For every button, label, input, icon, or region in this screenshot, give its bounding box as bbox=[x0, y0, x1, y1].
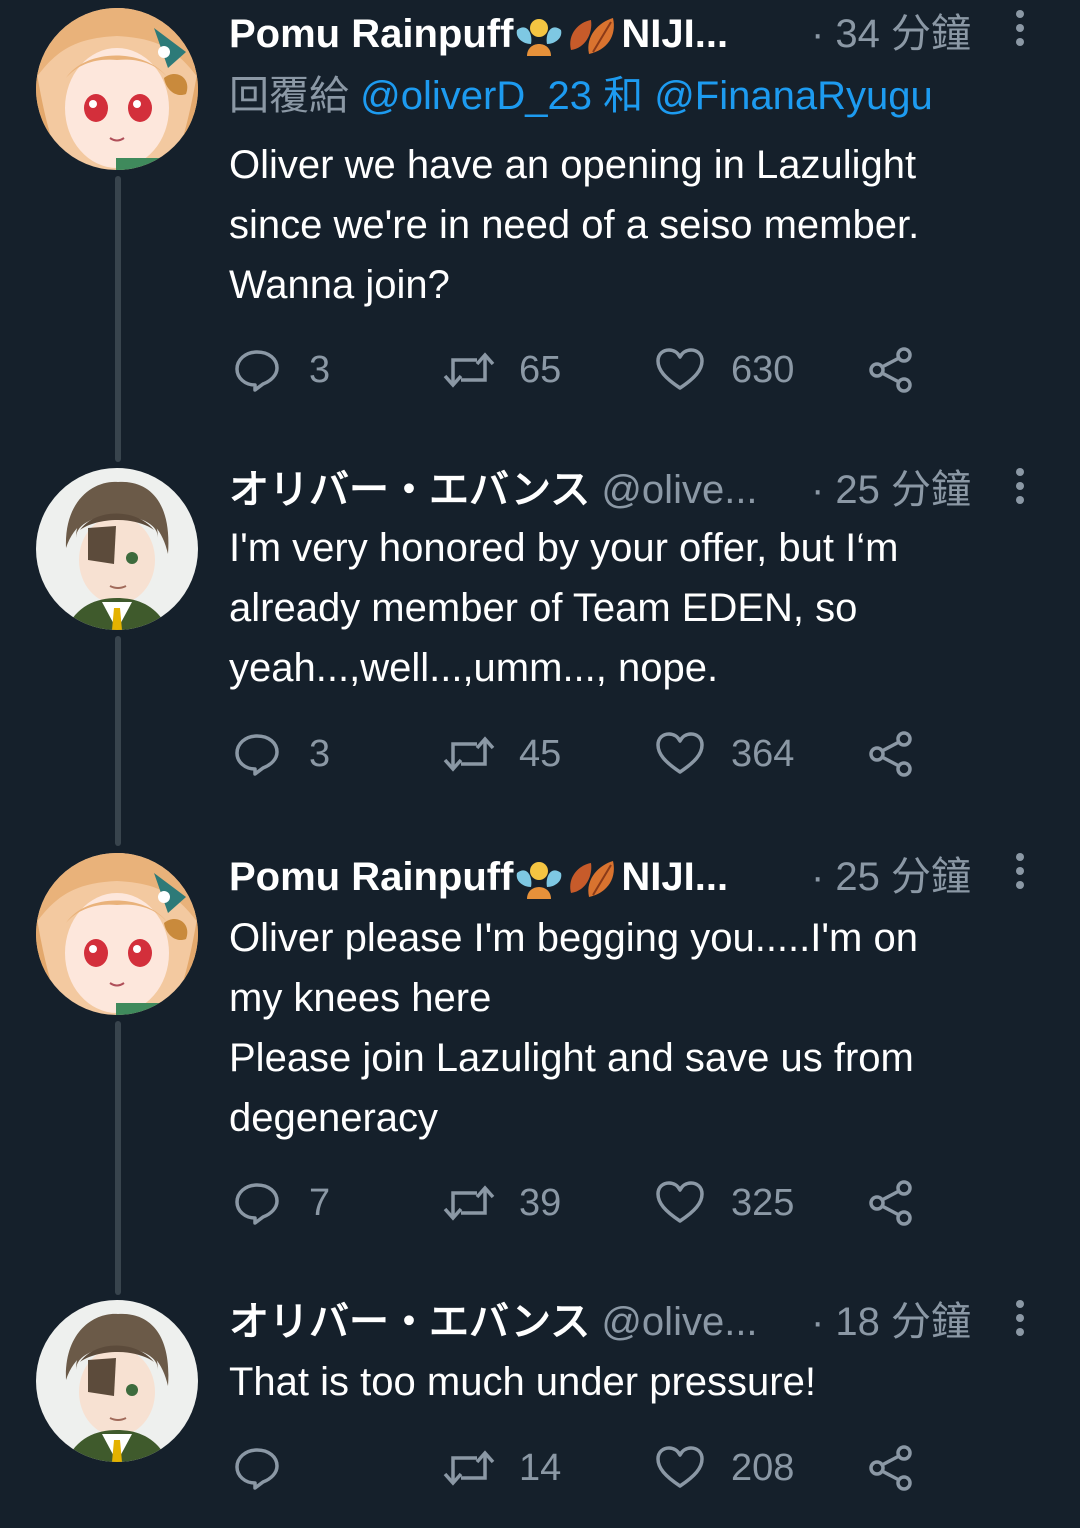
handle[interactable]: @olive... bbox=[601, 464, 757, 516]
action-bar: 14 208 bbox=[229, 1440, 949, 1496]
avatar[interactable] bbox=[36, 853, 198, 1015]
more-vertical-icon[interactable] bbox=[1012, 468, 1028, 512]
thread-line bbox=[115, 176, 121, 462]
share-icon bbox=[869, 731, 912, 777]
tweet-header: オリバー・エバンス @olive... · 25 分鐘 bbox=[229, 464, 989, 516]
retweet-icon bbox=[443, 1185, 495, 1221]
timestamp[interactable]: · 18 分鐘 bbox=[811, 1296, 971, 1348]
like-count: 325 bbox=[731, 1182, 795, 1224]
tweet-line: Oliver please I'm begging you.....I'm on bbox=[229, 916, 918, 960]
retweet-count: 39 bbox=[519, 1182, 562, 1224]
tweet-line: already member of Team EDEN, so bbox=[229, 586, 858, 630]
action-bar: 3 65 630 bbox=[229, 342, 949, 398]
tweet-header: Pomu Rainpuff NIJI... · 25 分鐘 bbox=[229, 851, 989, 903]
tweet-header: オリバー・エバンス @olive... · 18 分鐘 bbox=[229, 1296, 989, 1348]
share-icon bbox=[869, 1445, 912, 1491]
like-count: 208 bbox=[731, 1447, 795, 1489]
fairy-emoji-icon bbox=[513, 859, 565, 912]
timestamp[interactable]: · 34 分鐘 bbox=[811, 8, 971, 60]
more-vertical-icon[interactable] bbox=[1012, 10, 1028, 54]
mention-link[interactable]: @FinanaRyugu bbox=[654, 74, 933, 118]
display-name[interactable]: Pomu Rainpuff bbox=[229, 8, 513, 60]
reply-bubble-icon bbox=[235, 734, 279, 776]
retweet-icon bbox=[443, 352, 495, 388]
reply-and: 和 bbox=[603, 74, 644, 118]
tweet-text: That is too much under pressure! bbox=[229, 1352, 1019, 1412]
like-count: 630 bbox=[731, 349, 795, 391]
tweet-text: Oliver please I'm begging you.....I'm on… bbox=[229, 908, 1019, 1148]
reply-prefix: 回覆給 bbox=[229, 74, 349, 118]
leaves-emoji-icon bbox=[565, 859, 621, 912]
tweet-text: Oliver we have an opening in Lazulight s… bbox=[229, 135, 1019, 315]
retweet-icon bbox=[443, 736, 495, 772]
tweet-text: I'm very honored by your offer, but I‘m … bbox=[229, 518, 1019, 698]
tweet-header: Pomu Rainpuff NIJI... · 34 分鐘 bbox=[229, 8, 989, 60]
mention-link[interactable]: @oliverD_23 bbox=[360, 74, 592, 118]
retweet-count: 65 bbox=[519, 349, 562, 391]
more-vertical-icon[interactable] bbox=[1012, 853, 1028, 897]
reply-bubble-icon bbox=[235, 1183, 279, 1225]
timestamp[interactable]: · 25 分鐘 bbox=[811, 851, 971, 903]
avatar[interactable] bbox=[36, 1300, 198, 1462]
action-bar: 3 45 364 bbox=[229, 726, 949, 782]
tweet-line: since we're in need of a seiso member. bbox=[229, 203, 920, 247]
like-count: 364 bbox=[731, 733, 795, 775]
reply-count: 3 bbox=[309, 349, 331, 391]
reply-count: 3 bbox=[309, 733, 331, 775]
more-vertical-icon[interactable] bbox=[1012, 1300, 1028, 1344]
thread-line bbox=[115, 1021, 121, 1295]
heart-icon bbox=[656, 348, 704, 390]
heart-icon bbox=[656, 1181, 704, 1223]
reply-count: 7 bbox=[309, 1182, 331, 1224]
reply-context: 回覆給 @oliverD_23 和 @FinanaRyugu bbox=[229, 70, 933, 122]
tweet-line: That is too much under pressure! bbox=[229, 1360, 816, 1404]
tweet-line: Oliver we have an opening in Lazulight bbox=[229, 143, 917, 187]
heart-icon bbox=[656, 1446, 704, 1488]
heart-icon bbox=[656, 732, 704, 774]
display-name-suffix[interactable]: NIJI... bbox=[621, 851, 728, 903]
display-name-suffix[interactable]: NIJI... bbox=[621, 8, 728, 60]
retweet-count: 14 bbox=[519, 1447, 562, 1489]
tweet-line: yeah...,well...,umm..., nope. bbox=[229, 646, 719, 690]
retweet-count: 45 bbox=[519, 733, 562, 775]
thread-line bbox=[115, 636, 121, 846]
action-bar: 7 39 325 bbox=[229, 1175, 949, 1231]
tweet-line: degeneracy bbox=[229, 1096, 439, 1140]
fairy-emoji-icon bbox=[513, 16, 565, 69]
handle[interactable]: @olive... bbox=[601, 1296, 757, 1348]
tweet-line: Please join Lazulight and save us from bbox=[229, 1036, 914, 1080]
tweet-line: my knees here bbox=[229, 976, 492, 1020]
retweet-icon bbox=[443, 1450, 495, 1486]
share-icon bbox=[869, 1180, 912, 1226]
display-name[interactable]: オリバー・エバンス bbox=[229, 1296, 590, 1348]
display-name[interactable]: オリバー・エバンス bbox=[229, 464, 590, 516]
reply-bubble-icon bbox=[235, 1448, 279, 1490]
avatar[interactable] bbox=[36, 468, 198, 630]
tweet-line: Wanna join? bbox=[229, 263, 450, 307]
avatar[interactable] bbox=[36, 8, 198, 170]
reply-bubble-icon bbox=[235, 350, 279, 392]
display-name[interactable]: Pomu Rainpuff bbox=[229, 851, 513, 903]
leaves-emoji-icon bbox=[565, 16, 621, 69]
tweet-line: I'm very honored by your offer, but I‘m bbox=[229, 526, 899, 570]
share-icon bbox=[869, 347, 912, 393]
timestamp[interactable]: · 25 分鐘 bbox=[811, 464, 971, 516]
